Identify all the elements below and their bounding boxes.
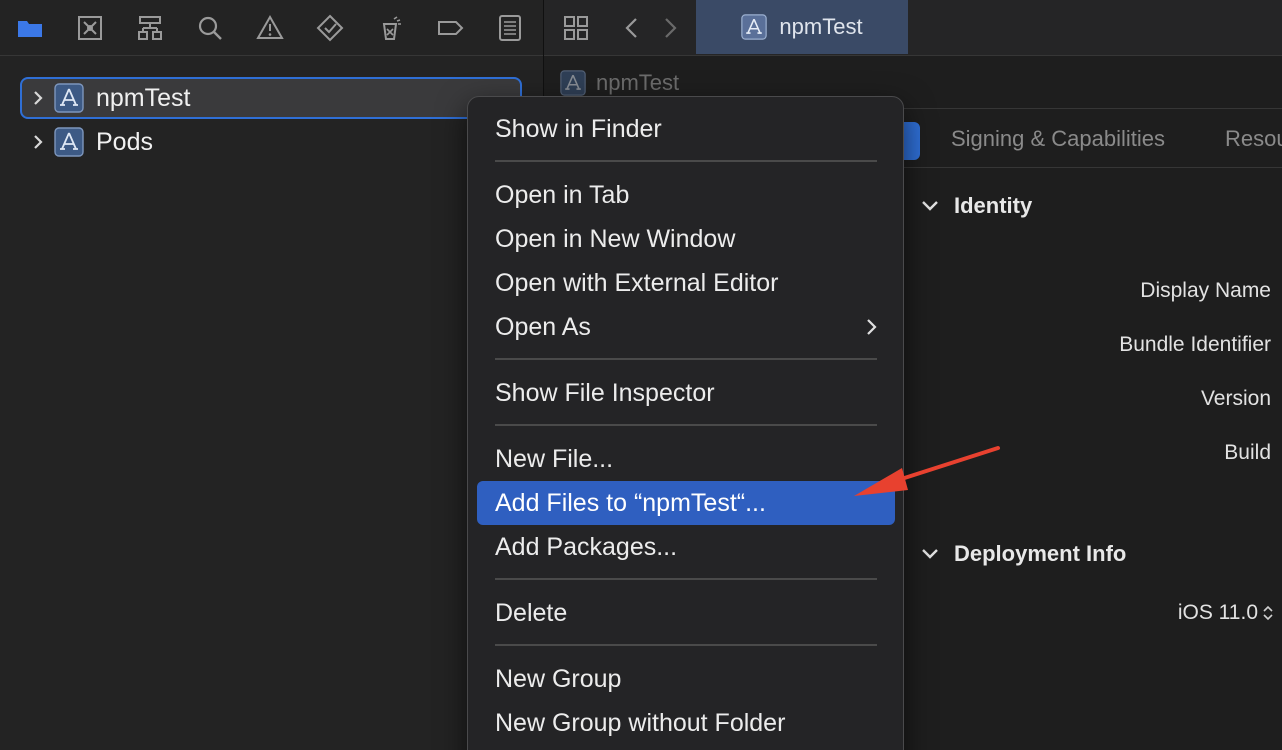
jump-bar-label: npmTest bbox=[596, 69, 680, 95]
related-items-icon[interactable] bbox=[560, 12, 592, 44]
source-control-icon[interactable] bbox=[74, 12, 106, 44]
navigator-toolbar bbox=[0, 0, 543, 56]
breakpoint-icon[interactable] bbox=[434, 12, 466, 44]
version-label: Version bbox=[1200, 387, 1271, 410]
submenu-chevron-icon bbox=[867, 319, 877, 335]
editor-toolbar: npmTest bbox=[544, 0, 1282, 56]
test-icon[interactable] bbox=[314, 12, 346, 44]
display-name-label: Display Name bbox=[1140, 279, 1271, 302]
menu-item-new-file[interactable]: New File... bbox=[477, 437, 895, 481]
debug-icon[interactable] bbox=[374, 12, 406, 44]
up-down-chevron-icon bbox=[1263, 605, 1273, 621]
project-navigator: npmTest Pods bbox=[0, 0, 543, 750]
menu-item-open-with-external-editor[interactable]: Open with External Editor bbox=[477, 261, 895, 305]
tree-item-npmtest[interactable]: npmTest bbox=[20, 77, 522, 119]
tab-resource-tags[interactable]: Resou bbox=[1225, 126, 1282, 152]
menu-item-open-in-new-window[interactable]: Open in New Window bbox=[477, 217, 895, 261]
menu-item-open-as[interactable]: Open As bbox=[477, 305, 895, 349]
menu-item-show-in-finder[interactable]: Show in Finder bbox=[477, 107, 895, 151]
menu-separator bbox=[495, 358, 877, 360]
chevron-down-icon[interactable] bbox=[916, 192, 944, 220]
warning-icon[interactable] bbox=[254, 12, 286, 44]
menu-separator bbox=[495, 424, 877, 426]
menu-separator bbox=[495, 644, 877, 646]
xcode-project-icon bbox=[741, 14, 768, 40]
menu-item-delete[interactable]: Delete bbox=[477, 591, 895, 635]
section-title: Deployment Info bbox=[954, 541, 1127, 566]
menu-separator bbox=[495, 578, 877, 580]
section-title: Identity bbox=[954, 193, 1033, 218]
ios-version-value: iOS 11.0 bbox=[1177, 601, 1258, 624]
menu-item-label: Open As bbox=[495, 312, 591, 341]
tab-label: npmTest bbox=[779, 14, 863, 39]
disclosure-chevron-icon[interactable] bbox=[24, 84, 52, 112]
annotation-arrow-icon bbox=[854, 446, 1000, 496]
menu-separator bbox=[495, 160, 877, 162]
report-icon[interactable] bbox=[494, 12, 526, 44]
identity-section-header[interactable]: Identity bbox=[916, 192, 1032, 220]
hierarchy-icon[interactable] bbox=[134, 12, 166, 44]
menu-item-open-in-tab[interactable]: Open in Tab bbox=[477, 173, 895, 217]
xcode-project-icon bbox=[560, 69, 586, 96]
deployment-section-header[interactable]: Deployment Info bbox=[916, 540, 1126, 568]
chevron-down-icon[interactable] bbox=[916, 540, 944, 568]
forward-chevron-icon[interactable] bbox=[654, 12, 686, 44]
xcode-project-icon bbox=[54, 127, 84, 157]
folder-icon[interactable] bbox=[14, 12, 46, 44]
disclosure-chevron-icon[interactable] bbox=[24, 128, 52, 156]
menu-item-new-group-without-folder[interactable]: New Group without Folder bbox=[477, 701, 895, 745]
tree-item-pods[interactable]: Pods bbox=[22, 121, 524, 163]
tab-signing-capabilities[interactable]: Signing & Capabilities bbox=[951, 126, 1165, 152]
back-chevron-icon[interactable] bbox=[616, 12, 648, 44]
tab-npmtest[interactable]: npmTest bbox=[696, 0, 908, 54]
menu-item-add-packages[interactable]: Add Packages... bbox=[477, 525, 895, 569]
menu-item-show-file-inspector[interactable]: Show File Inspector bbox=[477, 371, 895, 415]
build-label: Build bbox=[1224, 441, 1271, 464]
ios-version-popup[interactable]: iOS 11.0 bbox=[1178, 601, 1274, 625]
menu-item-new-group[interactable]: New Group bbox=[477, 657, 895, 701]
tree-item-label: npmTest bbox=[96, 83, 191, 112]
tree-item-label: Pods bbox=[96, 127, 153, 156]
bundle-identifier-label: Bundle Identifier bbox=[1119, 333, 1271, 356]
xcode-project-icon bbox=[54, 83, 84, 113]
menu-item-add-files[interactable]: Add Files to “npmTest“... bbox=[477, 481, 895, 525]
search-icon[interactable] bbox=[194, 12, 226, 44]
context-menu: Show in Finder Open in Tab Open in New W… bbox=[467, 96, 904, 750]
